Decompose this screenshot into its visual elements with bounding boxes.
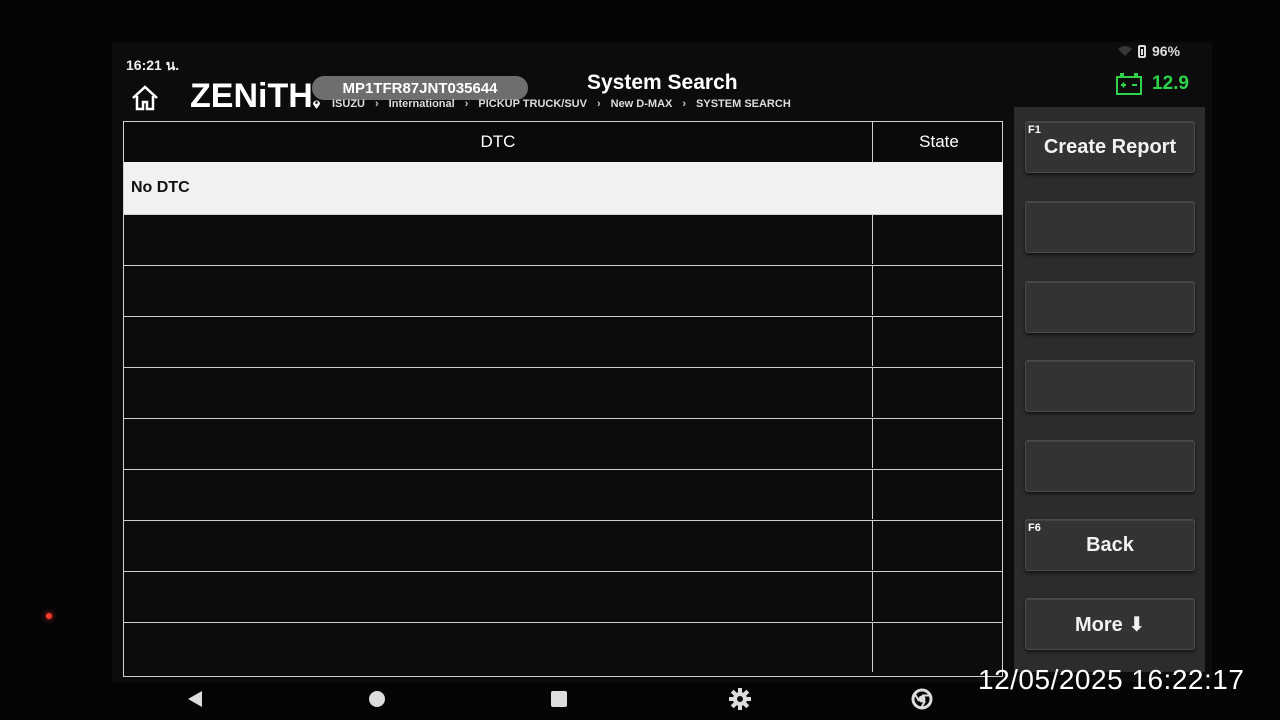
table-row[interactable] bbox=[124, 418, 1003, 468]
function-panel: F1 Create Report F6 Back More ⬇ bbox=[1014, 107, 1205, 672]
table-row[interactable] bbox=[124, 214, 1003, 264]
table-row[interactable]: No DTC bbox=[124, 162, 1003, 214]
table-row[interactable] bbox=[124, 622, 1003, 672]
voltage-value: 12.9 bbox=[1152, 73, 1189, 94]
state-cell bbox=[872, 266, 873, 315]
breadcrumb-item[interactable]: New D-MAX bbox=[611, 98, 673, 110]
recents-icon[interactable] bbox=[548, 684, 570, 714]
button-label: More ⬇ bbox=[1074, 613, 1146, 636]
table-header: DTC State bbox=[124, 122, 1002, 162]
state-cell bbox=[872, 317, 873, 366]
battery-icon bbox=[1138, 44, 1146, 58]
function-key-label: F1 bbox=[1028, 124, 1041, 136]
page-title: System Search bbox=[587, 71, 738, 94]
status-right: 96% bbox=[1118, 43, 1180, 59]
function-key-label: F6 bbox=[1028, 522, 1041, 534]
chevron-right-icon: › bbox=[682, 98, 687, 110]
function-button-4[interactable] bbox=[1025, 360, 1195, 412]
chevron-right-icon: › bbox=[375, 98, 379, 110]
button-label: Create Report bbox=[1043, 135, 1177, 158]
column-header-dtc: DTC bbox=[480, 132, 516, 151]
state-cell bbox=[872, 572, 873, 621]
car-battery-icon bbox=[1116, 73, 1142, 95]
table-row[interactable] bbox=[124, 571, 1003, 621]
breadcrumb-item[interactable]: International bbox=[389, 98, 455, 110]
state-cell bbox=[872, 368, 873, 417]
state-cell bbox=[872, 215, 873, 264]
settings-gear-icon[interactable] bbox=[728, 684, 752, 714]
home-circle-icon[interactable] bbox=[366, 684, 388, 714]
state-cell bbox=[872, 470, 873, 519]
table-row[interactable] bbox=[124, 469, 1003, 519]
breadcrumb-item[interactable]: ISUZU bbox=[332, 98, 365, 110]
vin-badge: MP1TFR87JNT035644 bbox=[312, 76, 528, 100]
function-button-3[interactable] bbox=[1025, 281, 1195, 333]
breadcrumb-item[interactable]: PICKUP TRUCK/SUV bbox=[478, 98, 587, 110]
table-row[interactable] bbox=[124, 265, 1003, 315]
more-button[interactable]: More ⬇ bbox=[1025, 598, 1195, 650]
chevron-right-icon: › bbox=[596, 98, 601, 110]
table-row[interactable] bbox=[124, 367, 1003, 417]
device-led bbox=[46, 613, 52, 619]
status-time: 16:21 น. bbox=[126, 57, 180, 73]
breadcrumb: ISUZU › International › PICKUP TRUCK/SUV… bbox=[312, 98, 791, 110]
function-button-5[interactable] bbox=[1025, 440, 1195, 492]
button-label: Back bbox=[1086, 533, 1134, 556]
breadcrumb-item[interactable]: SYSTEM SEARCH bbox=[696, 98, 791, 110]
function-button-2[interactable] bbox=[1025, 201, 1195, 253]
state-cell bbox=[872, 419, 873, 468]
wifi-icon bbox=[1118, 46, 1132, 56]
location-pin-icon bbox=[313, 100, 320, 109]
table-row[interactable] bbox=[124, 520, 1003, 570]
chevron-right-icon: › bbox=[464, 98, 469, 110]
battery-percent: 96% bbox=[1152, 43, 1181, 59]
create-report-button[interactable]: F1 Create Report bbox=[1025, 121, 1195, 173]
dtc-table: DTC State No DTC bbox=[123, 121, 1003, 677]
battery-voltage: 12.9 bbox=[1116, 72, 1189, 96]
state-cell bbox=[872, 521, 873, 570]
home-icon[interactable] bbox=[130, 85, 160, 111]
zenith-logo: ZENiTH bbox=[190, 77, 313, 115]
dtc-cell: No DTC bbox=[131, 179, 190, 196]
table-row[interactable] bbox=[124, 316, 1003, 366]
back-button[interactable]: F6 Back bbox=[1025, 519, 1195, 571]
state-cell bbox=[872, 623, 873, 672]
back-icon[interactable] bbox=[184, 684, 206, 714]
chrome-icon[interactable] bbox=[910, 684, 934, 714]
camera-timestamp: 12/05/2025 16:22:17 bbox=[978, 664, 1245, 695]
column-header-state: State bbox=[872, 122, 1005, 162]
